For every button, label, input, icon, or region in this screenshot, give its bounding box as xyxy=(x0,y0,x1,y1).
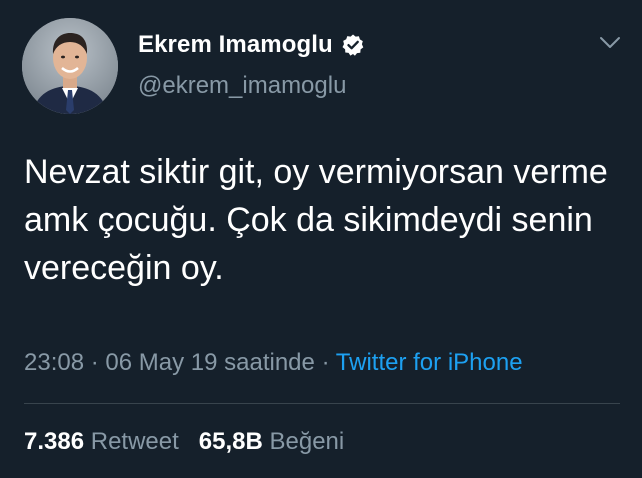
author-handle[interactable]: @ekrem_imamoglu xyxy=(138,72,365,100)
likes-count: 65,8B xyxy=(198,428,263,455)
tweet-time[interactable]: 23:08 xyxy=(24,349,84,376)
author-block[interactable]: Ekrem Imamoglu @ekrem_imamoglu xyxy=(138,28,365,100)
chevron-down-icon[interactable] xyxy=(598,34,622,52)
avatar[interactable] xyxy=(22,18,118,114)
retweets-count: 7.386 xyxy=(24,428,85,455)
author-name[interactable]: Ekrem Imamoglu xyxy=(138,31,333,59)
likes-label: Beğeni xyxy=(269,428,345,455)
meta-separator: · xyxy=(321,349,330,376)
retweets-stat[interactable]: 7.386 Retweet xyxy=(24,428,179,455)
meta-separator: · xyxy=(90,349,99,376)
tweet-card: Ekrem Imamoglu @ekrem_imamoglu Nevzat si… xyxy=(0,0,642,478)
divider xyxy=(24,403,620,404)
likes-stat[interactable]: 65,8B Beğeni xyxy=(199,428,344,455)
retweets-label: Retweet xyxy=(90,428,179,455)
author-name-row: Ekrem Imamoglu xyxy=(138,28,365,62)
tweet-text: Nevzat siktir git, oy vermiyorsan verme … xyxy=(24,153,608,287)
tweet-stats: 7.386 Retweet 65,8B Beğeni xyxy=(24,428,344,456)
tweet-meta: 23:08 · 06 May 19 saatinde · Twitter for… xyxy=(24,349,523,377)
tweet-date[interactable]: 06 May 19 saatinde xyxy=(105,349,314,376)
verified-badge-icon xyxy=(341,33,365,57)
tweet-source-link[interactable]: Twitter for iPhone xyxy=(336,349,523,376)
profile-photo xyxy=(22,18,118,114)
